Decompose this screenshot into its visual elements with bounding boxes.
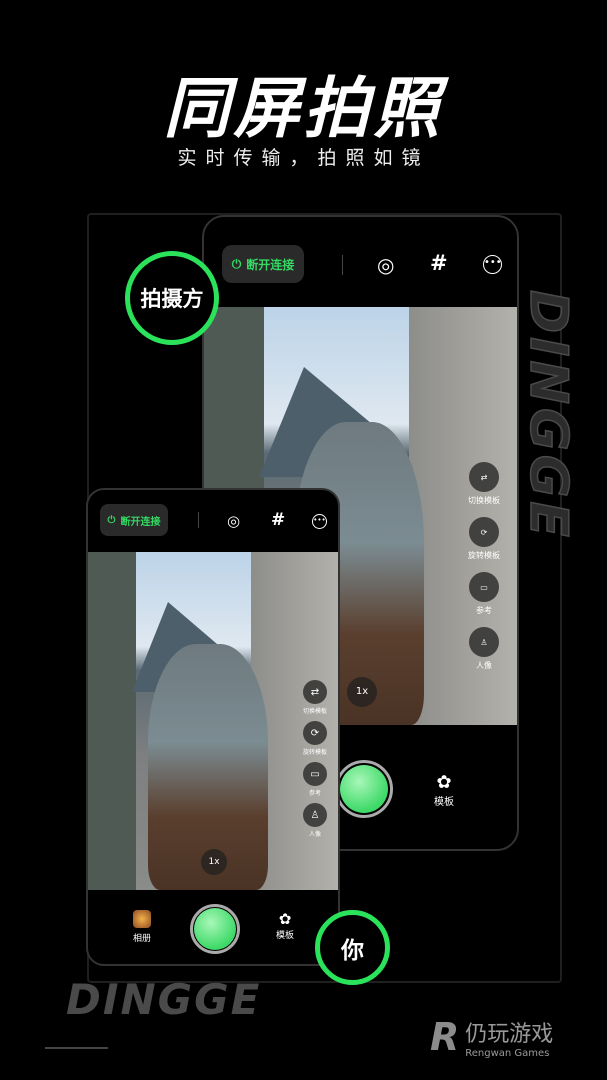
puzzle-icon: ✿ <box>278 910 292 928</box>
rotate-template-icon[interactable]: ⟳ <box>303 721 327 745</box>
switch-template-icon[interactable]: ⇄ <box>303 680 327 704</box>
camera-preview[interactable]: 1x ⇄ 切换模板 ⟳ 旋转模板 ▭ 参考 ♙ 人像 <box>88 552 338 890</box>
reference-icon[interactable]: ▭ <box>469 572 499 602</box>
disconnect-button[interactable]: ⏻ 断开连接 <box>100 504 168 536</box>
divider <box>342 255 343 275</box>
more-icon[interactable]: ••• <box>483 255 502 274</box>
watermark: R 仍玩游戏 Rengwan Games <box>430 1015 554 1059</box>
decor-line <box>45 1047 108 1049</box>
grid-icon[interactable]: # <box>430 251 448 275</box>
brand-vertical: DINGGE <box>517 289 579 541</box>
reference-icon[interactable]: ▭ <box>303 762 327 786</box>
subheadline: 实时传输，拍照如镜 <box>177 147 430 169</box>
portrait-icon[interactable]: ♙ <box>469 627 499 657</box>
brand-bottom: DINGGE <box>66 975 262 1024</box>
brightness-icon[interactable]: ◎ <box>377 253 394 277</box>
rengwan-logo: R <box>430 1015 460 1059</box>
album-button[interactable]: 相册 <box>133 910 151 944</box>
portrait-icon[interactable]: ♙ <box>303 803 327 827</box>
brightness-icon[interactable]: ◎ <box>227 512 240 530</box>
album-thumbnail <box>133 910 151 928</box>
you-badge: 你 <box>315 910 390 985</box>
rotate-template-icon[interactable]: ⟳ <box>469 517 499 547</box>
shooter-badge: 拍摄方 <box>125 251 219 345</box>
headline: 同屏拍照 <box>163 70 444 147</box>
more-icon[interactable]: ••• <box>312 514 327 529</box>
power-icon: ⏻ <box>231 256 242 271</box>
puzzle-icon: ✿ <box>436 772 452 793</box>
back-side-panel: ⇄ 切换模板 ⟳ 旋转模板 ▭ 参考 ♙ 人像 <box>462 462 506 671</box>
zoom-indicator[interactable]: 1x <box>201 849 227 875</box>
front-phone: ⏻ 断开连接 ◎ # ••• 1x ⇄ 切换模板 ⟳ 旋转模板 ▭ 参考 ♙ 人像 相册 … <box>86 488 340 966</box>
switch-template-icon[interactable]: ⇄ <box>469 462 499 492</box>
shutter-button[interactable] <box>335 760 393 818</box>
disconnect-button[interactable]: ⏻ 断开连接 <box>222 245 304 283</box>
template-button[interactable]: ✿ 模板 <box>434 772 454 808</box>
divider <box>198 512 199 528</box>
template-button[interactable]: ✿ 模板 <box>276 910 294 941</box>
shutter-button[interactable] <box>190 904 240 954</box>
grid-icon[interactable]: # <box>271 510 285 530</box>
power-icon: ⏻ <box>107 514 116 526</box>
zoom-indicator[interactable]: 1x <box>347 677 377 707</box>
